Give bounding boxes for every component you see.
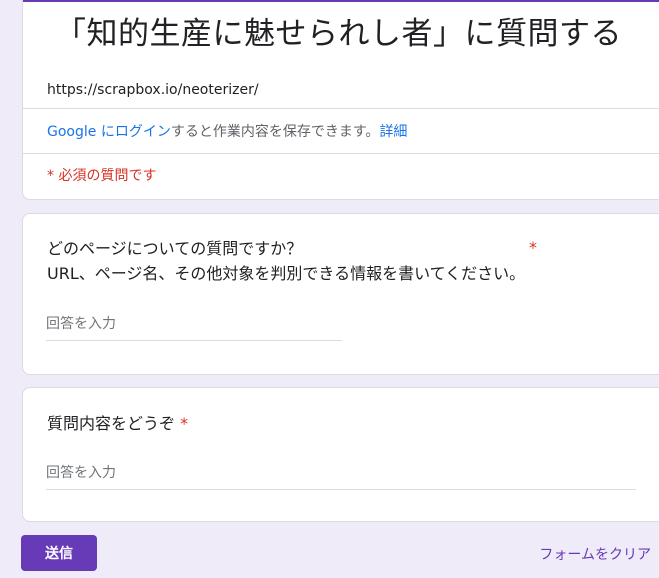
question-title: どのページについての質問ですか？ URL、ページ名、その他対象を判別できる情報を… — [47, 236, 525, 286]
form-title: 「知的生産に魅せられし者」に質問する — [55, 16, 622, 52]
login-notice: Google にログインすると作業内容を保存できます。詳細 — [47, 122, 407, 142]
question-title-line: URL、ページ名、その他対象を判別できる情報を書いてください。 — [47, 264, 526, 283]
question-title-line: どのページについての質問ですか？ — [47, 239, 303, 258]
clear-form-link[interactable]: フォームをクリア — [539, 544, 651, 564]
header-divider — [23, 108, 659, 109]
question-card: 質問内容をどうぞ * — [22, 387, 659, 522]
required-asterisk: * — [180, 414, 189, 433]
question-card: どのページについての質問ですか？ URL、ページ名、その他対象を判別できる情報を… — [22, 213, 659, 375]
form-description: https://scrapbox.io/neoterizer/ — [47, 82, 259, 98]
answer-input-page[interactable] — [46, 313, 342, 341]
header-divider — [23, 153, 659, 154]
question-title-text: 質問内容をどうぞ — [47, 414, 176, 433]
answer-input-question[interactable] — [46, 462, 636, 490]
required-note: * 必須の質問です — [47, 168, 157, 184]
question-title: 質問内容をどうぞ * — [47, 411, 188, 436]
details-link[interactable]: 詳細 — [379, 124, 407, 140]
required-asterisk: * — [529, 238, 537, 257]
submit-button[interactable]: 送信 — [21, 535, 97, 571]
form-header-card: 「知的生産に魅せられし者」に質問する https://scrapbox.io/n… — [22, 0, 659, 200]
google-login-link[interactable]: Google にログイン — [47, 124, 171, 140]
login-notice-text: すると作業内容を保存できます。 — [170, 124, 380, 140]
